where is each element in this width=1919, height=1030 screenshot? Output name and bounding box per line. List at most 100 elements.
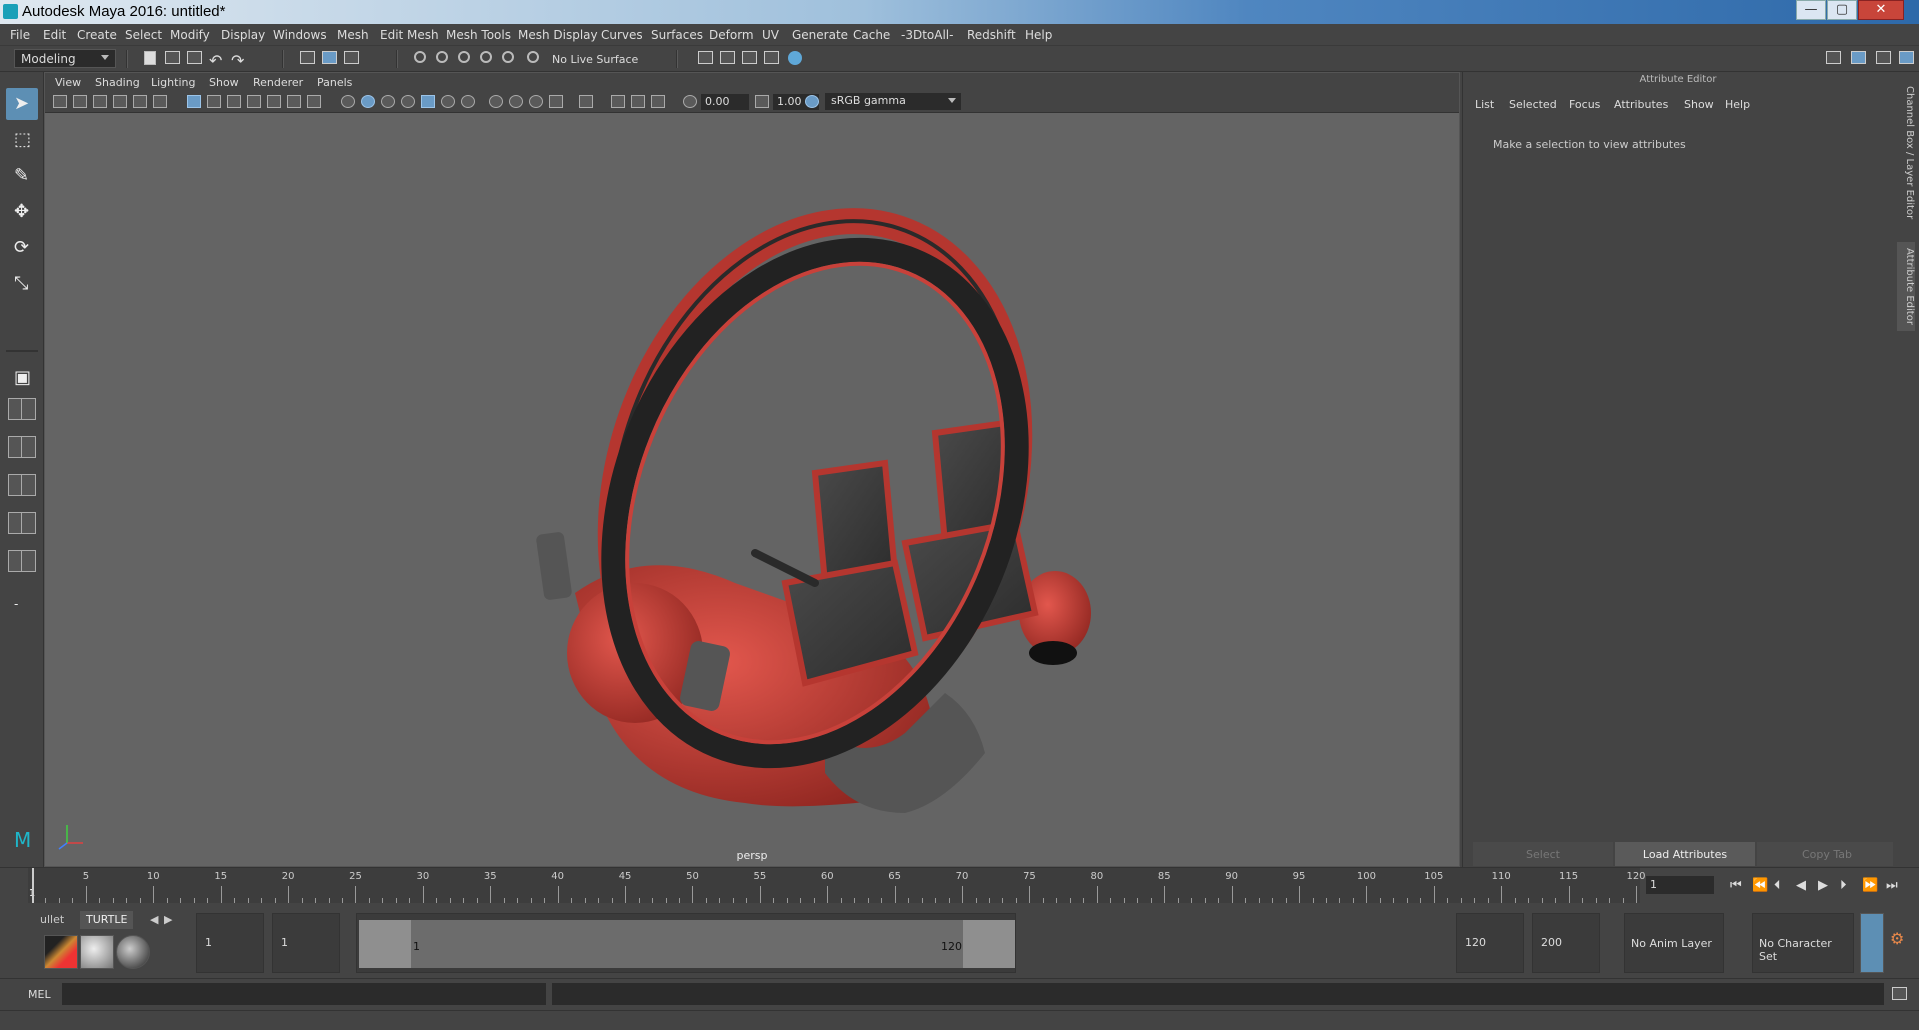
shadows-icon[interactable] — [461, 95, 475, 108]
play-forwards-button[interactable]: ▶ — [1818, 878, 1828, 893]
depth-of-field-icon[interactable] — [549, 95, 563, 108]
move-tool[interactable]: ✥ — [6, 196, 38, 228]
two-view-side-layout-icon[interactable] — [8, 436, 36, 458]
smooth-shade-icon[interactable] — [361, 95, 375, 108]
lasso-tool[interactable]: ⬚ — [6, 124, 38, 156]
attr-menu-selected[interactable]: Selected — [1509, 98, 1557, 111]
menu-generate[interactable]: Generate — [792, 28, 848, 42]
menu-select[interactable]: Select — [125, 28, 162, 42]
command-input[interactable] — [62, 983, 546, 1005]
viewport-menu-shading[interactable]: Shading — [95, 76, 140, 89]
time-slider-track[interactable]: 1510152025303540455055606570758085909510… — [28, 868, 1646, 904]
menu-modify[interactable]: Modify — [170, 28, 210, 42]
go-to-end-button[interactable]: ⏭ — [1886, 878, 1898, 893]
select-button[interactable]: Select — [1473, 842, 1613, 866]
ipr-render-icon[interactable] — [742, 51, 757, 64]
current-frame-field[interactable]: 1 — [1646, 876, 1714, 894]
step-back-key-button[interactable]: ⏪ — [1752, 878, 1768, 893]
maximize-button[interactable]: ▢ — [1827, 0, 1857, 20]
viewport-menu-renderer[interactable]: Renderer — [253, 76, 303, 89]
turtle-bake-icon[interactable] — [80, 935, 114, 969]
gamma-icon[interactable] — [755, 95, 769, 108]
animation-preferences-icon[interactable]: ⚙ — [1890, 929, 1912, 951]
render-settings-icon[interactable] — [698, 51, 713, 64]
film-gate-icon[interactable] — [207, 95, 221, 108]
attribute-editor-tab[interactable]: Attribute Editor — [1897, 242, 1915, 331]
attr-menu-attributes[interactable]: Attributes — [1614, 98, 1668, 111]
playback-end-field[interactable]: 120 — [1456, 913, 1524, 973]
select-by-component-icon[interactable] — [344, 51, 359, 64]
motion-blur-icon[interactable] — [509, 95, 523, 108]
save-scene-icon[interactable] — [187, 51, 202, 64]
attribute-editor-toggle-icon[interactable] — [1851, 51, 1866, 64]
menu-mesh-tools[interactable]: Mesh Tools — [446, 28, 511, 42]
screen-space-ao-icon[interactable] — [489, 95, 503, 108]
turtle-sphere-icon[interactable] — [116, 935, 150, 969]
range-start-handle[interactable] — [359, 920, 411, 968]
view-transform-dropdown[interactable]: sRGB gamma — [825, 93, 961, 110]
xray-icon[interactable] — [611, 95, 625, 108]
menu-edit-mesh[interactable]: Edit Mesh — [380, 28, 439, 42]
2d-pan-zoom-icon[interactable] — [133, 95, 147, 108]
menu-uv[interactable]: UV — [762, 28, 779, 42]
snap-to-projected-center-icon[interactable] — [480, 51, 492, 63]
attr-menu-show[interactable]: Show — [1684, 98, 1714, 111]
layout-collapse-button[interactable]: - — [6, 588, 38, 620]
new-scene-icon[interactable] — [144, 51, 156, 65]
make-live-icon[interactable] — [527, 51, 539, 63]
animation-end-field[interactable]: 200 — [1532, 913, 1600, 973]
safe-title-icon[interactable] — [307, 95, 321, 108]
redo-icon[interactable]: ↷ — [231, 51, 247, 70]
menu-3dtoall[interactable]: -3DtoAll- — [901, 28, 953, 42]
auto-key-toggle-icon[interactable] — [1860, 913, 1884, 973]
menu-surfaces[interactable]: Surfaces — [651, 28, 703, 42]
menu-edit[interactable]: Edit — [43, 28, 66, 42]
viewport-menu-show[interactable]: Show — [209, 76, 239, 89]
viewport-menu-view[interactable]: View — [55, 76, 81, 89]
xray-joints-icon[interactable] — [651, 95, 665, 108]
outliner-persp-layout-icon[interactable] — [8, 512, 36, 534]
textured-icon[interactable] — [421, 95, 435, 108]
copy-tab-button[interactable]: Copy Tab — [1757, 842, 1897, 866]
open-scene-icon[interactable] — [165, 51, 180, 64]
menu-create[interactable]: Create — [77, 28, 117, 42]
menu-windows[interactable]: Windows — [273, 28, 327, 42]
xray-active-icon[interactable] — [631, 95, 645, 108]
four-view-layout-icon[interactable] — [8, 398, 36, 420]
camera-attributes-icon[interactable] — [73, 95, 87, 108]
viewport-menu-lighting[interactable]: Lighting — [151, 76, 195, 89]
turtle-render-icon[interactable] — [44, 935, 78, 969]
image-plane-icon[interactable] — [113, 95, 127, 108]
snap-to-curves-icon[interactable] — [436, 51, 448, 63]
menu-deform[interactable]: Deform — [709, 28, 754, 42]
scale-tool[interactable]: ⤡ — [6, 268, 38, 300]
attr-menu-focus[interactable]: Focus — [1569, 98, 1600, 111]
render-view-icon[interactable] — [764, 51, 779, 64]
persp-graph-layout-icon[interactable] — [8, 474, 36, 496]
live-surface-field[interactable]: No Live Surface — [552, 50, 644, 68]
snap-to-grids-icon[interactable] — [414, 51, 426, 63]
hypershade-icon[interactable] — [788, 51, 802, 65]
paint-select-tool[interactable]: ✎ — [6, 160, 38, 192]
menu-help[interactable]: Help — [1025, 28, 1052, 42]
script-editor-icon[interactable] — [1892, 987, 1907, 1000]
snap-to-view-planes-icon[interactable] — [502, 51, 514, 63]
current-frame-marker[interactable] — [32, 868, 34, 904]
default-material-icon[interactable] — [381, 95, 395, 108]
menu-mesh[interactable]: Mesh — [337, 28, 369, 42]
exposure-icon[interactable] — [683, 95, 697, 108]
grid-toggle-icon[interactable] — [187, 95, 201, 108]
scene-view[interactable] — [45, 113, 1459, 867]
tool-settings-icon[interactable] — [1876, 51, 1891, 64]
go-to-start-button[interactable]: ⏮ — [1730, 878, 1742, 893]
channel-box-tab[interactable]: Channel Box / Layer Editor — [1897, 86, 1915, 219]
attr-menu-list[interactable]: List — [1475, 98, 1494, 111]
gate-mask-icon[interactable] — [247, 95, 261, 108]
left-grey-bracket[interactable] — [536, 531, 573, 600]
single-perspective-view-button[interactable]: ▣ — [6, 362, 38, 394]
select-by-hierarchy-icon[interactable] — [300, 51, 315, 64]
wireframe-icon[interactable] — [341, 95, 355, 108]
step-forward-key-button[interactable]: ⏩ — [1862, 878, 1878, 893]
modeling-toolkit-icon[interactable] — [1826, 51, 1841, 64]
resolution-gate-icon[interactable] — [227, 95, 241, 108]
